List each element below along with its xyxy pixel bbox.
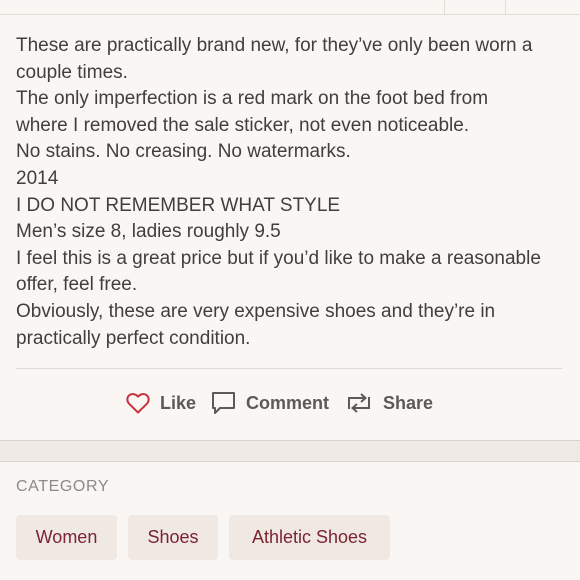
category-heading: CATEGORY (16, 478, 110, 495)
toolbar-divider (444, 0, 445, 14)
description-line: No stains. No creasing. No watermarks. (16, 141, 351, 163)
share-button[interactable]: Share (345, 386, 433, 420)
category-chip-shoes[interactable]: Shoes (128, 515, 218, 560)
category-chip-athletic-shoes[interactable]: Athletic Shoes (229, 515, 390, 560)
description-line: 2014 (16, 167, 59, 189)
description-line: practically perfect condition. (16, 327, 251, 349)
toolbar-divider (505, 0, 506, 14)
description-line: Obviously, these are very expensive shoe… (16, 300, 496, 322)
description-line: offer, feel free. (16, 274, 138, 296)
description-divider (16, 368, 562, 369)
top-toolbar-strip (0, 0, 580, 15)
description-line: I DO NOT REMEMBER WHAT STYLE (16, 194, 341, 216)
heart-icon (126, 392, 150, 414)
comment-button[interactable]: Comment (211, 386, 329, 420)
comment-bubble-icon (211, 391, 236, 415)
description-line: I feel this is a great price but if you’… (16, 247, 541, 269)
description-line: Men’s size 8, ladies roughly 9.5 (16, 221, 281, 243)
share-repost-icon (345, 392, 373, 414)
like-label: Like (160, 392, 197, 413)
description-line: couple times. (16, 61, 128, 83)
section-separator (0, 440, 580, 462)
description-line: where I removed the sale sticker, not ev… (16, 114, 470, 136)
listing-description: These are practically brand new, for the… (16, 33, 564, 352)
description-line: The only imperfection is a red mark on t… (16, 88, 489, 110)
social-actions-bar: Like Comment Share (0, 386, 580, 420)
share-label: Share (383, 392, 434, 413)
category-chip-women[interactable]: Women (16, 515, 117, 560)
comment-label: Comment (246, 392, 330, 413)
description-line: These are practically brand new, for the… (16, 35, 533, 56)
like-button[interactable]: Like (126, 386, 196, 420)
